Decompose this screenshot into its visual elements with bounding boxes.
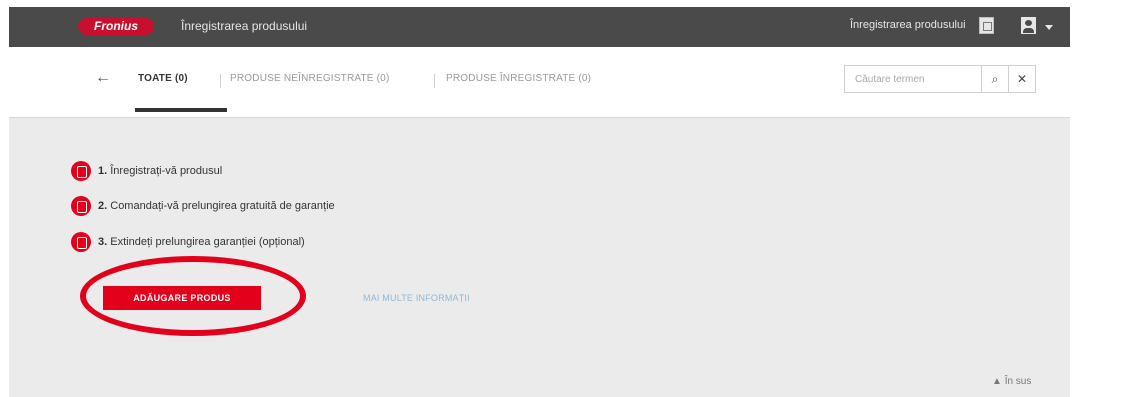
document-icon xyxy=(71,196,91,216)
content-area: 1. Înregistrați-vă produsul 2. Comandați… xyxy=(9,118,1070,397)
tab-divider xyxy=(434,74,435,88)
arrow-up-icon: ▲ xyxy=(992,376,1002,387)
clock-icon xyxy=(71,232,91,252)
close-icon[interactable]: ✕ xyxy=(1008,65,1036,93)
app-title: Înregistrarea produsului xyxy=(181,19,308,33)
fronius-logo[interactable]: Fronius xyxy=(78,18,154,35)
more-info-link[interactable]: MAI MULTE INFORMAȚII xyxy=(363,293,470,303)
registration-icon[interactable] xyxy=(979,17,994,34)
step-text: Extindeți prelungirea garanției (opționa… xyxy=(110,236,305,248)
back-arrow-icon[interactable]: ← xyxy=(95,69,111,87)
active-tab-indicator xyxy=(135,108,227,112)
tab-bar: ← TOATE (0) PRODUSE NEÎNREGISTRATE (0) P… xyxy=(9,47,1070,118)
step-number: 2. xyxy=(98,200,108,212)
search-icon[interactable]: ⌕ xyxy=(981,65,1009,93)
step-text: Înregistrați-vă produsul xyxy=(110,165,223,177)
highlight-ellipse xyxy=(80,256,306,336)
step-number: 1. xyxy=(98,165,108,177)
tab-registered[interactable]: PRODUSE ÎNREGISTRATE (0) xyxy=(446,73,591,84)
edit-icon xyxy=(71,161,91,181)
back-to-top-label: În sus xyxy=(1004,376,1032,387)
back-to-top-link[interactable]: ▲ În sus xyxy=(992,376,1031,387)
top-bar: Fronius Înregistrarea produsului Înregis… xyxy=(9,7,1070,47)
tab-all[interactable]: TOATE (0) xyxy=(138,73,188,84)
search-input[interactable] xyxy=(844,65,982,93)
tab-divider xyxy=(220,74,221,88)
tab-unregistered[interactable]: PRODUSE NEÎNREGISTRATE (0) xyxy=(230,73,389,84)
header-registration-link[interactable]: Înregistrarea produsului xyxy=(850,19,966,31)
caret-down-icon[interactable] xyxy=(1045,25,1053,30)
user-icon[interactable] xyxy=(1021,17,1036,34)
step-number: 3. xyxy=(98,236,108,248)
step-text: Comandați-vă prelungirea gratuită de gar… xyxy=(110,200,335,212)
